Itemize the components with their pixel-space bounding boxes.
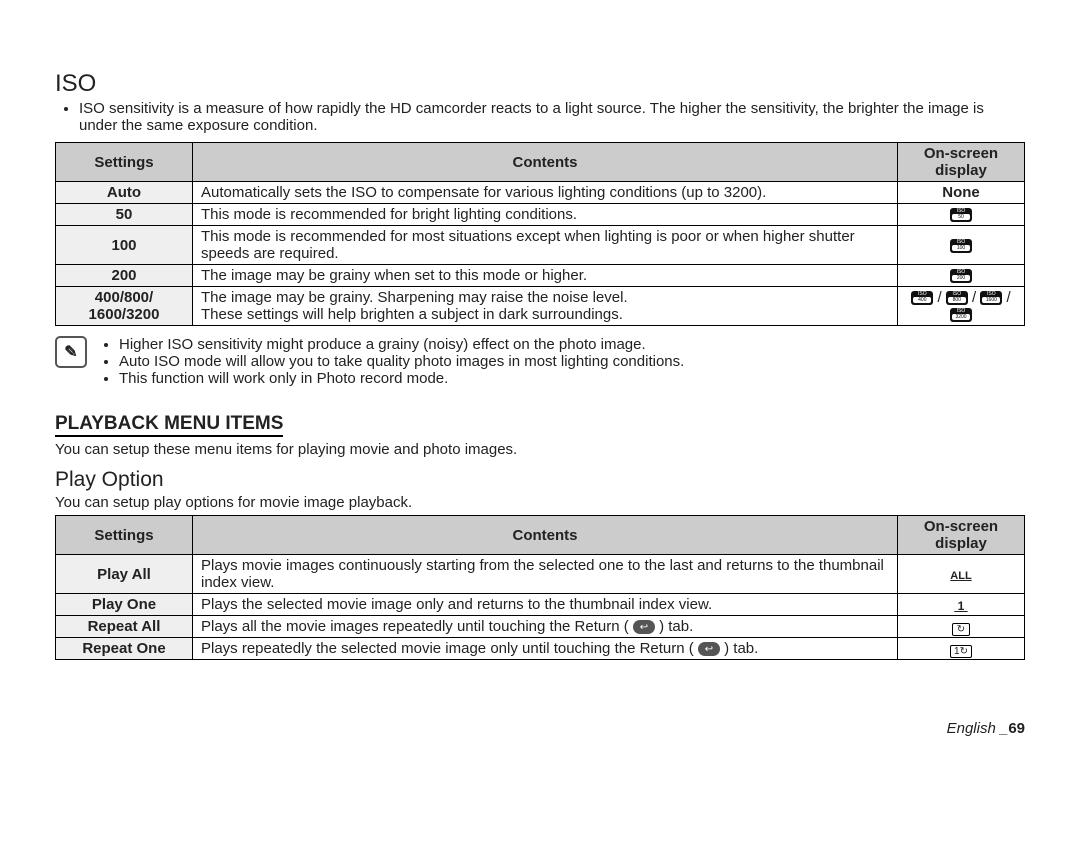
iso-osd: ISO50 [898, 204, 1025, 226]
iso-osd: None [898, 182, 1025, 204]
table-row: 400/800/1600/3200The image may be grainy… [56, 287, 1025, 326]
iso-intro-list: ISO sensitivity is a measure of how rapi… [69, 100, 1025, 134]
po-content: Plays repeatedly the selected movie imag… [193, 638, 898, 660]
iso-notes: Higher ISO sensitivity might produce a g… [101, 336, 684, 387]
table-row: 50This mode is recommended for bright li… [56, 204, 1025, 226]
po-content: Plays all the movie images repeatedly un… [193, 616, 898, 638]
iso-osd: ISO100 [898, 226, 1025, 265]
footer-page: 69 [1008, 720, 1025, 737]
footer-lang: English [947, 720, 996, 737]
playoption-intro: You can setup play options for movie ima… [55, 494, 1025, 511]
playback-heading: PLAYBACK MENU ITEMS [55, 413, 283, 437]
table-row: 100This mode is recommended for most sit… [56, 226, 1025, 265]
playoption-table: Settings Contents On-screen display Play… [55, 515, 1025, 660]
po-osd-icon: ↻ [898, 616, 1025, 638]
po-osd-icon: ALL [898, 555, 1025, 594]
iso-th-contents: Contents [193, 143, 898, 182]
note-icon: ✎ [55, 336, 87, 368]
po-th-contents: Contents [193, 516, 898, 555]
iso-setting: Auto [56, 182, 193, 204]
return-icon: ↩ [633, 620, 655, 634]
iso-content: This mode is recommended for most situat… [193, 226, 898, 265]
po-setting: Repeat All [56, 616, 193, 638]
iso-content: This mode is recommended for bright ligh… [193, 204, 898, 226]
iso-note: Auto ISO mode will allow you to take qua… [119, 353, 684, 370]
po-th-settings: Settings [56, 516, 193, 555]
iso-setting: 200 [56, 265, 193, 287]
po-osd-icon: 1 [898, 594, 1025, 616]
iso-osd: ISO400 / ISO800 / ISO1600 / ISO3200 [898, 287, 1025, 326]
iso-400-icon: ISO400 [911, 291, 933, 305]
iso-intro: ISO sensitivity is a measure of how rapi… [79, 100, 1025, 134]
iso-th-osd: On-screen display [898, 143, 1025, 182]
iso-osd: ISO200 [898, 265, 1025, 287]
playoption-heading: Play Option [55, 468, 1025, 492]
iso-note: This function will work only in Photo re… [119, 370, 684, 387]
iso-content: The image may be grainy. Sharpening may … [193, 287, 898, 326]
po-th-osd: On-screen display [898, 516, 1025, 555]
iso-200-icon: ISO200 [950, 269, 972, 283]
iso-table: Settings Contents On-screen display Auto… [55, 142, 1025, 326]
iso-heading: ISO [55, 70, 1025, 98]
iso-note-block: ✎ Higher ISO sensitivity might produce a… [55, 336, 1025, 387]
po-setting: Play One [56, 594, 193, 616]
table-row: Repeat AllPlays all the movie images rep… [56, 616, 1025, 638]
iso-content: Automatically sets the ISO to compensate… [193, 182, 898, 204]
iso-3200-icon: ISO3200 [950, 308, 972, 322]
iso-content: The image may be grainy when set to this… [193, 265, 898, 287]
po-osd-icon: 1↻ [898, 638, 1025, 660]
table-row: 200The image may be grainy when set to t… [56, 265, 1025, 287]
po-content: Plays the selected movie image only and … [193, 594, 898, 616]
table-row: AutoAutomatically sets the ISO to compen… [56, 182, 1025, 204]
return-icon: ↩ [698, 642, 720, 656]
iso-note: Higher ISO sensitivity might produce a g… [119, 336, 684, 353]
iso-setting: 50 [56, 204, 193, 226]
table-row: Repeat OnePlays repeatedly the selected … [56, 638, 1025, 660]
iso-1600-icon: ISO1600 [980, 291, 1002, 305]
page-footer: English _69 [55, 720, 1025, 737]
iso-th-settings: Settings [56, 143, 193, 182]
iso-100-icon: ISO100 [950, 239, 972, 253]
playback-intro: You can setup these menu items for playi… [55, 441, 1025, 458]
iso-setting: 400/800/1600/3200 [56, 287, 193, 326]
po-setting: Play All [56, 555, 193, 594]
iso-800-icon: ISO800 [946, 291, 968, 305]
iso-50-icon: ISO50 [950, 208, 972, 222]
table-row: Play OnePlays the selected movie image o… [56, 594, 1025, 616]
po-setting: Repeat One [56, 638, 193, 660]
table-row: Play AllPlays movie images continuously … [56, 555, 1025, 594]
po-content: Plays movie images continuously starting… [193, 555, 898, 594]
iso-setting: 100 [56, 226, 193, 265]
